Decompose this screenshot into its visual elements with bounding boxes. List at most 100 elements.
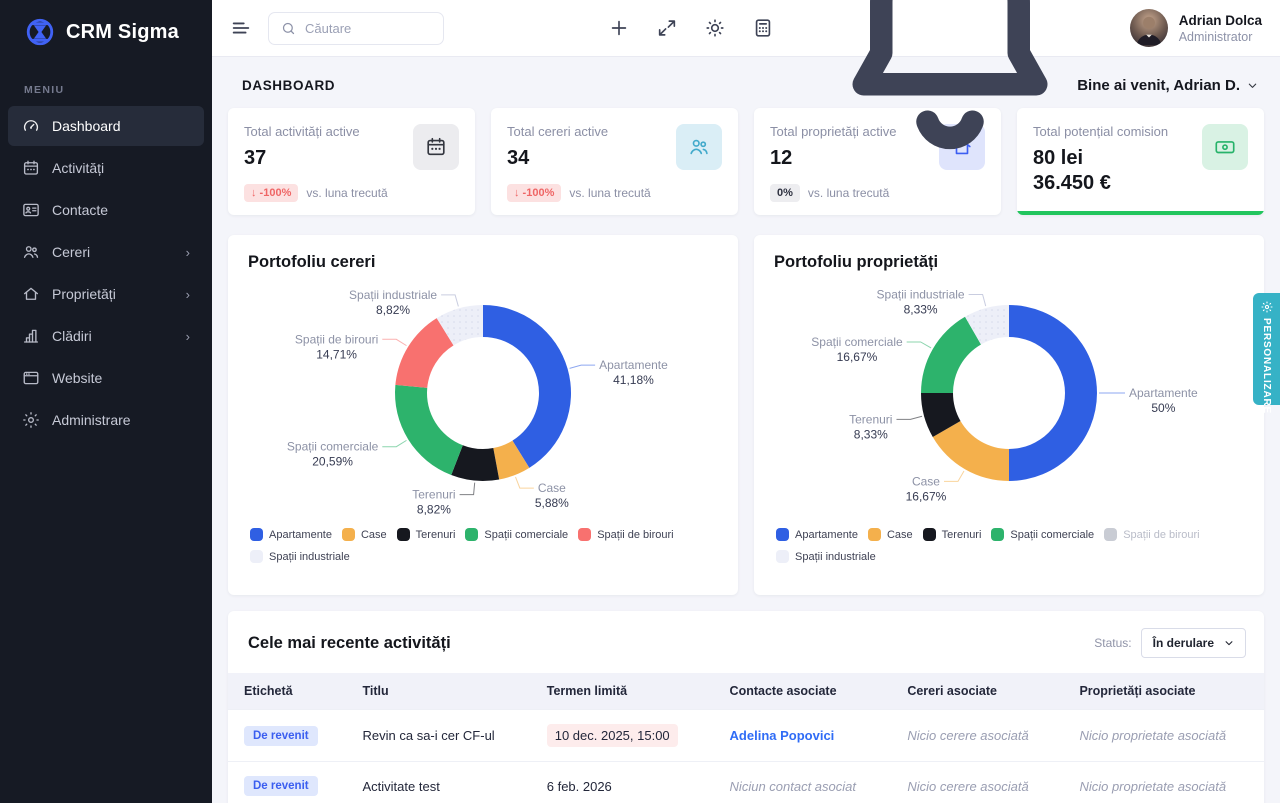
hamburger-menu-icon[interactable]: [230, 17, 252, 39]
brand-name: CRM Sigma: [66, 21, 179, 44]
donut-slice-apartamente[interactable]: [1009, 305, 1097, 481]
user-avatar: [1130, 9, 1168, 47]
gear-icon: [22, 411, 40, 429]
chart-title: Portofoliu cereri: [248, 253, 718, 272]
legend-swatch: [578, 528, 591, 541]
sidebar-item-cladiri[interactable]: Clădiri›: [8, 316, 204, 356]
label-leader-line: [382, 339, 406, 345]
legend-swatch: [923, 528, 936, 541]
sidebar: CRM Sigma MENIU DashboardActivitățiConta…: [0, 0, 212, 803]
sidebar-item-dashboard[interactable]: Dashboard: [8, 106, 204, 146]
activities-table: EtichetăTitluTermen limităContacte asoci…: [228, 673, 1264, 803]
sidebar-item-contacte[interactable]: Contacte: [8, 190, 204, 230]
chart-legend: Apartamente Case Terenuri Spații comerciale…: [248, 528, 718, 563]
slice-label-percent: 8,82%: [417, 503, 451, 517]
slice-label-percent: 16,67%: [837, 350, 878, 364]
column-header-cereri-asociate: Cereri asociate: [891, 673, 1063, 710]
chart-card-portofoliu-proprietati: Portofoliu proprietățiApartamente50%Case…: [754, 235, 1264, 595]
legend-label: Spații industriale: [269, 551, 350, 563]
building-icon: [22, 327, 40, 345]
legend-item-spatii-industriale[interactable]: Spații industriale: [776, 550, 876, 563]
slice-label-percent: 50%: [1151, 401, 1175, 415]
slice-label-percent: 8,33%: [854, 427, 888, 441]
activities-title: Cele mai recente activități: [248, 634, 451, 653]
label-leader-line: [382, 440, 406, 446]
topbar: 125 Adrian Dolca Administrator: [212, 0, 1280, 57]
column-header-eticheta: Etichetă: [228, 673, 347, 710]
add-new-icon[interactable]: [608, 17, 630, 39]
legend-item-spatii-comerciale[interactable]: Spații comerciale: [991, 528, 1094, 541]
legend-swatch: [397, 528, 410, 541]
calendar-icon: [413, 124, 459, 170]
column-header-titlu: Titlu: [347, 673, 531, 710]
column-header-contacte-asociate: Contacte asociate: [714, 673, 892, 710]
slice-label-name: Spații comerciale: [811, 335, 903, 349]
legend-label: Spații de birouri: [1123, 529, 1199, 541]
deadline-overdue: 10 dec. 2025, 15:00: [547, 724, 678, 747]
sidebar-item-label: Dashboard: [52, 118, 121, 134]
legend-swatch: [250, 528, 263, 541]
request-cell: Nicio cerere asociată: [907, 779, 1028, 794]
contact-empty: Niciun contact asociat: [730, 779, 856, 794]
sidebar-item-cereri[interactable]: Cereri›: [8, 232, 204, 272]
contact-link[interactable]: Adelina Popovici: [730, 728, 835, 743]
notifications-bell-icon[interactable]: [800, 0, 1100, 178]
legend-label: Spații comerciale: [1010, 529, 1094, 541]
fullscreen-icon[interactable]: [656, 17, 678, 39]
user-menu[interactable]: Adrian Dolca Administrator: [1130, 9, 1262, 47]
donut-slice-apartamente[interactable]: [483, 305, 571, 468]
request-cell: Nicio cerere asociată: [907, 728, 1028, 743]
trend-suffix: vs. luna trecută: [306, 186, 387, 200]
activities-card: Cele mai recente activități Status: În d…: [228, 611, 1264, 803]
legend-item-terenuri[interactable]: Terenuri: [923, 528, 982, 541]
column-header-proprietati-asociate: Proprietăți asociate: [1063, 673, 1264, 710]
legend-swatch: [342, 528, 355, 541]
user-role: Administrator: [1179, 30, 1262, 44]
charts-row: Portofoliu cereri Apartamente41,18%Case5,…: [228, 235, 1264, 595]
chevron-down-icon: [1224, 638, 1234, 648]
sidebar-item-label: Activități: [52, 160, 104, 176]
legend-label: Apartamente: [269, 529, 332, 541]
legend-item-case[interactable]: Case: [342, 528, 387, 541]
legend-item-spatii-de-birouri[interactable]: Spații de birouri: [578, 528, 673, 541]
legend-item-case[interactable]: Case: [868, 528, 913, 541]
sidebar-item-proprietati[interactable]: Proprietăți›: [8, 274, 204, 314]
personalize-tab[interactable]: PERSONALIZARE: [1253, 293, 1280, 405]
legend-item-apartamente[interactable]: Apartamente: [776, 528, 858, 541]
slice-label-name: Case: [912, 474, 940, 488]
column-header-termen-limita: Termen limită: [531, 673, 714, 710]
deadline: 6 feb. 2026: [547, 779, 612, 794]
user-name: Adrian Dolca: [1179, 13, 1262, 28]
sidebar-item-website[interactable]: Website: [8, 358, 204, 398]
sidebar-item-label: Proprietăți: [52, 286, 116, 302]
stat-card-trend: ↓ -100%vs. luna trecută: [244, 184, 459, 202]
search-icon: [281, 21, 296, 36]
legend-item-spatii-comerciale[interactable]: Spații comerciale: [465, 528, 568, 541]
legend-item-apartamente[interactable]: Apartamente: [250, 528, 332, 541]
light-mode-icon[interactable]: [704, 17, 726, 39]
sidebar-item-administrare[interactable]: Administrare: [8, 400, 204, 440]
legend-item-terenuri[interactable]: Terenuri: [397, 528, 456, 541]
donut-chart: Apartamente41,18%Case5,88%Terenuri8,82%S…: [248, 278, 718, 520]
stat-card-trend: ↓ -100%vs. luna trecută: [507, 184, 722, 202]
legend-label: Case: [361, 529, 387, 541]
calculator-icon[interactable]: [752, 17, 774, 39]
sidebar-item-activitati[interactable]: Activități: [8, 148, 204, 188]
brand-logo[interactable]: CRM Sigma: [0, 0, 212, 62]
sidebar-item-label: Clădiri: [52, 328, 92, 344]
activities-table-header: EtichetăTitluTermen limităContacte asoci…: [228, 673, 1264, 710]
accent-bar: [1017, 211, 1264, 215]
search-box[interactable]: [268, 12, 444, 45]
status-filter-select[interactable]: În derulare: [1141, 628, 1246, 658]
legend-item-spatii-industriale[interactable]: Spații industriale: [250, 550, 350, 563]
label-leader-line: [907, 342, 931, 348]
slice-label-percent: 20,59%: [312, 455, 353, 469]
browser-icon: [22, 369, 40, 387]
legend-item-spatii-de-birouri[interactable]: Spații de birouri: [1104, 528, 1199, 541]
slice-label-percent: 5,88%: [535, 496, 569, 510]
trend-suffix: vs. luna trecută: [569, 186, 650, 200]
sidebar-item-label: Website: [52, 370, 102, 386]
search-input[interactable]: [305, 21, 425, 36]
donut-slice-spatii-comerciale[interactable]: [395, 385, 463, 475]
trend-suffix: vs. luna trecută: [808, 186, 889, 200]
